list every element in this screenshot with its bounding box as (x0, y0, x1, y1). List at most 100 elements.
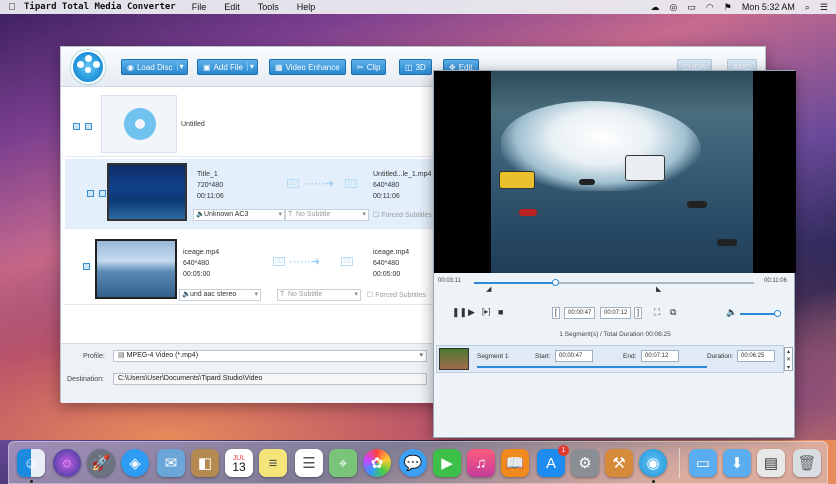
menu-file[interactable]: File (192, 2, 207, 12)
volume-icon[interactable]: 🔈 (726, 307, 737, 318)
boat-white (625, 155, 665, 181)
volume-handle[interactable] (774, 310, 781, 317)
select-checkbox[interactable] (83, 263, 90, 270)
load-disc-label: Load Disc (136, 62, 173, 72)
end-marker-icon[interactable]: ◣ (656, 285, 661, 293)
dock: ☺ ◌ 🚀 ◈ ✉ ◧ JUL 13 ≡ ☰ ⌖ ✿ 💬 ▶ ♫ 📖 A1 ⚙ … (8, 441, 828, 484)
2d-source-tag: 2D (287, 179, 299, 188)
subtitle-select[interactable]: T No Subtitle ▾ (277, 289, 361, 301)
3d-label: 3D (415, 62, 426, 72)
segment-end-field[interactable]: 00:07:12 (641, 350, 679, 362)
set-start-button[interactable]: [ (552, 307, 560, 319)
menu-edit[interactable]: Edit (224, 2, 240, 12)
maps-icon[interactable]: ⌖ (329, 449, 357, 477)
control-center-icon[interactable]: ☰ (820, 2, 828, 13)
app-store-icon[interactable]: A1 (537, 445, 569, 477)
trash-icon[interactable]: 🗑 (793, 449, 821, 477)
menu-help[interactable]: Help (297, 2, 316, 12)
set-end-button[interactable]: ] (634, 307, 642, 319)
jetski (519, 209, 537, 216)
apple-menu-icon[interactable]:  (0, 2, 24, 13)
destination-label: Destination: (67, 376, 104, 383)
finder-icon[interactable]: ☺ (17, 449, 45, 477)
add-file-button[interactable]: ▣ Add File (197, 59, 258, 75)
select-checkbox[interactable] (85, 123, 92, 130)
pause-icon[interactable]: ❚❚ (452, 307, 467, 318)
disc-icon (124, 108, 156, 140)
crop-icon[interactable]: ⛶ (654, 307, 660, 318)
wifi-icon[interactable]: ◠ (706, 2, 714, 13)
profile-value: MPEG-4 Video (*.mp4) (126, 352, 199, 359)
video-preview[interactable] (434, 71, 796, 273)
expand-checkbox[interactable] (73, 123, 80, 130)
clip-button[interactable]: ✂ Clip (351, 59, 387, 75)
clip-label: Clip (366, 62, 381, 72)
speaker-icon: 🔈 (196, 211, 205, 218)
segment-row[interactable]: Segment 1 Start: 00:00:47 End: 00:07:12 … (436, 345, 784, 373)
play-icon[interactable]: ▶ (468, 307, 475, 318)
search-icon[interactable]: ⌕ (805, 2, 810, 13)
forced-subtitles-checkbox[interactable]: ☐ Forced Subtitles (367, 291, 426, 299)
siri-icon[interactable]: ◌ (53, 449, 81, 477)
tipard-app-icon[interactable]: ◉ (639, 449, 667, 477)
photos-icon[interactable]: ✿ (363, 449, 391, 477)
segment-duration-field[interactable]: 00:06:25 (737, 350, 775, 362)
convert-arrow-icon: ⋯⋯➜ (289, 256, 321, 268)
flag-icon[interactable]: ⚑ (724, 2, 732, 13)
subtitle-select[interactable]: T No Subtitle ▾ (285, 209, 369, 221)
profile-select[interactable]: ▤ MPEG-4 Video (*.mp4) ▾ (113, 350, 427, 362)
forced-subtitles-checkbox[interactable]: ☐ Forced Subtitles (373, 211, 432, 219)
vpn-icon[interactable]: ◎ (670, 2, 678, 13)
select-checkbox[interactable] (99, 190, 106, 197)
3d-button[interactable]: ◫ 3D (399, 59, 432, 75)
list-item[interactable]: Title_1 720*480 00:11:06 2D ⋯⋯➜ 2D Untit… (65, 159, 437, 229)
audio-track-select[interactable]: 🔈 und aac stereo ▾ (179, 289, 261, 301)
messages-icon[interactable]: 💬 (399, 449, 427, 477)
music-icon[interactable]: ♫ (467, 449, 495, 477)
3d-icon: ◫ (405, 62, 413, 72)
system-preferences-icon[interactable]: ⚙ (571, 449, 599, 477)
cloud-icon[interactable]: ☁ (651, 2, 660, 13)
mail-icon[interactable]: ✉ (157, 449, 185, 477)
books-icon[interactable]: 📖 (501, 449, 529, 477)
clock[interactable]: Mon 5:32 AM (742, 2, 795, 12)
safari-icon[interactable]: ◈ (121, 449, 149, 477)
start-marker-icon[interactable]: ◢ (486, 285, 491, 293)
destination-field[interactable]: C:\Users\User\Documents\Tipard Studio\Vi… (113, 373, 427, 385)
subtitle-value: No Subtitle (296, 211, 331, 218)
notes-icon[interactable]: ≡ (259, 449, 287, 477)
stop-icon[interactable]: ■ (498, 307, 503, 317)
facetime-icon[interactable]: ▶ (433, 449, 461, 477)
window-thumbnail-icon[interactable]: ▤ (757, 449, 785, 477)
segment-scroll[interactable]: ▴ ✕ ▾ (784, 347, 793, 371)
applications-folder-icon[interactable]: ▭ (689, 449, 717, 477)
app-menu[interactable]: Tipard Total Media Converter (24, 2, 176, 12)
jetski (687, 201, 707, 208)
step-forward-icon[interactable]: [▸] (482, 307, 490, 316)
start-time-box[interactable]: 00:00:47 (564, 307, 596, 319)
list-item[interactable]: Untitled (65, 91, 437, 157)
output-duration: 00:05:00 (373, 271, 401, 278)
source-name: Title_1 (197, 171, 218, 178)
airplay-icon[interactable]: ▭ (687, 2, 696, 13)
split-icon[interactable]: ⧉ (670, 307, 676, 318)
segment-start-field[interactable]: 00:00:47 (555, 350, 593, 362)
calendar-icon[interactable]: JUL 13 (225, 449, 253, 477)
timeline-slider[interactable] (474, 279, 754, 286)
segment-end-label: End: (623, 353, 637, 360)
launchpad-icon[interactable]: 🚀 (87, 449, 115, 477)
select-checkbox[interactable] (87, 190, 94, 197)
menu-tools[interactable]: Tools (258, 2, 279, 12)
timeline-handle[interactable] (552, 279, 560, 286)
audio-track-select[interactable]: 🔈 Unknown AC3 ▾ (193, 209, 285, 221)
end-time-box[interactable]: 00:07:12 (600, 307, 632, 319)
video-enhance-button[interactable]: ▦ Video Enhance (269, 59, 346, 75)
reminders-icon[interactable]: ☰ (295, 449, 323, 477)
segment-duration-label: Duration: (707, 353, 734, 360)
list-item[interactable]: iceage.mp4 640*480 00:05:00 2D ⋯⋯➜ 2D ic… (65, 235, 437, 305)
downloads-folder-icon[interactable]: ⬇ (723, 449, 751, 477)
utilities-icon[interactable]: ⚒ (605, 449, 633, 477)
load-disc-button[interactable]: ◉ Load Disc (121, 59, 188, 75)
contacts-icon[interactable]: ◧ (191, 449, 219, 477)
volume-slider[interactable] (740, 310, 781, 317)
